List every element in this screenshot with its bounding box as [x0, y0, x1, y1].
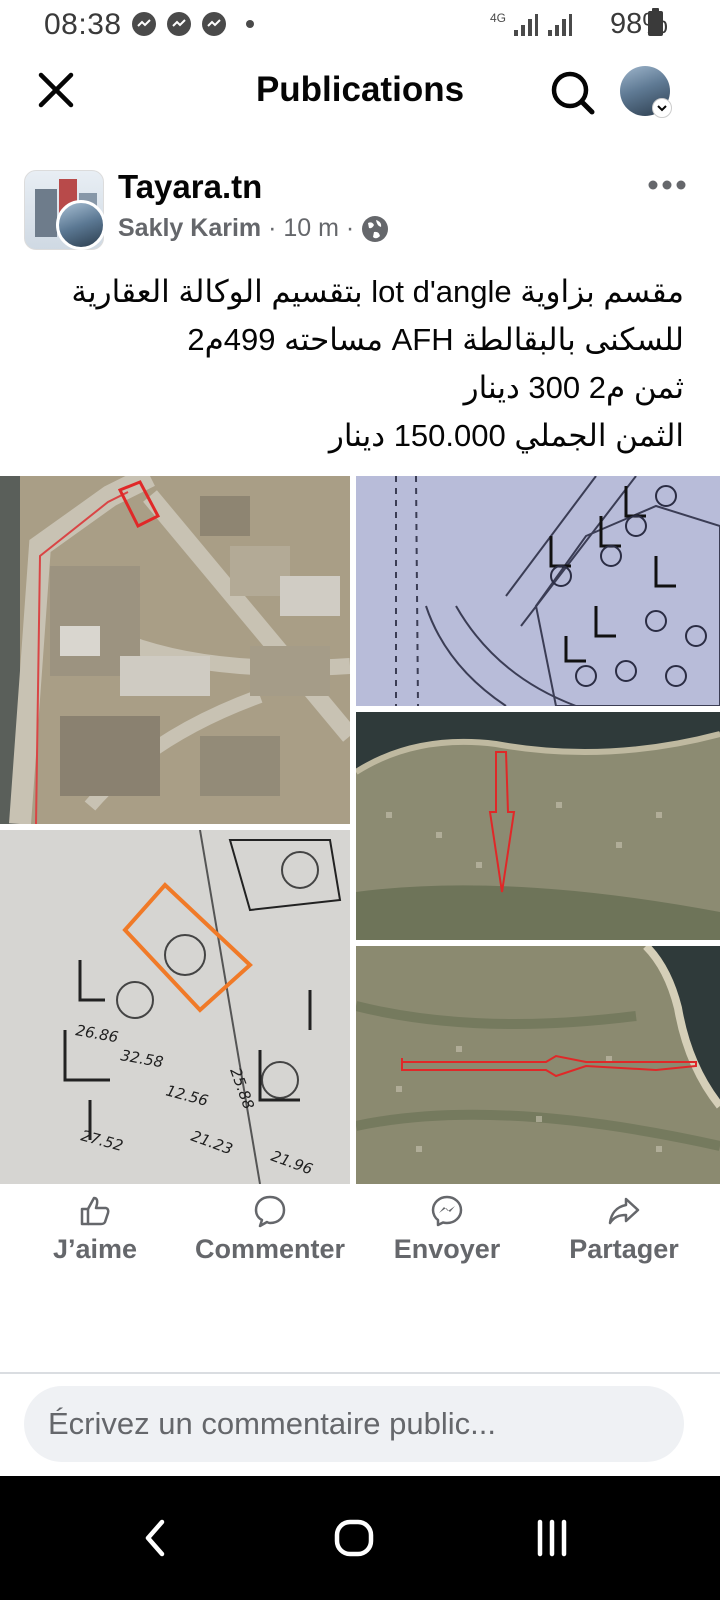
post-time[interactable]: 10 m [283, 214, 339, 242]
page-name-link[interactable]: Tayara.tn [118, 168, 262, 206]
recent-apps-button[interactable] [512, 1500, 592, 1576]
send-button[interactable]: Envoyer [392, 1194, 502, 1270]
status-bar: 08:38 4G 98% [0, 0, 720, 50]
page-title: Publications [255, 70, 465, 109]
close-icon [38, 72, 74, 108]
network-type: 4G [489, 11, 506, 25]
messenger-notification-icon [202, 12, 226, 36]
author-name-link[interactable]: Sakly Karim [118, 214, 261, 242]
comment-icon [254, 1195, 286, 1228]
post-text-line: ثمن م2 300 دينار [463, 370, 684, 405]
battery-icon [648, 8, 663, 36]
post-image-handwritten-plan[interactable]: 32.58 12.56 25.88 27.52 21.23 21.96 26.8… [0, 830, 350, 1184]
comment-button[interactable]: Commenter [190, 1194, 350, 1270]
back-icon [145, 1519, 165, 1557]
send-label: Envoyer [393, 1234, 501, 1264]
system-navigation-bar [0, 1476, 720, 1600]
back-button[interactable] [114, 1500, 194, 1576]
more-icon [648, 180, 686, 190]
messenger-notification-icon [132, 12, 156, 36]
meta-separator: · [345, 214, 355, 242]
home-button[interactable] [314, 1500, 394, 1576]
recent-apps-icon [537, 1519, 567, 1557]
post-image-aerial-map[interactable] [0, 476, 350, 824]
home-icon [334, 1519, 374, 1557]
post-text: مقسم بزاوية lot d'angle بتقسيم الوكالة ا… [40, 268, 684, 460]
share-button[interactable]: Partager [562, 1194, 686, 1270]
like-button[interactable]: J’aime [40, 1194, 150, 1270]
post-text-line: للسكنى بالبقالطة AFH مساحته 499م2 [187, 322, 684, 357]
post-actions: J’aime Commenter Envoyer Partager [0, 1190, 720, 1276]
post-image-coastal-satellite-wide[interactable] [356, 946, 720, 1184]
share-label: Partager [569, 1234, 679, 1264]
profile-avatar-button[interactable] [620, 66, 672, 118]
more-options-button[interactable] [640, 170, 692, 200]
search-button[interactable] [546, 66, 598, 118]
search-icon [551, 71, 595, 115]
post-text-line: مقسم بزاوية lot d'angle بتقسيم الوكالة ا… [71, 274, 684, 309]
like-label: J’aime [52, 1234, 138, 1264]
post-meta: Sakly Karim · 10 m · [118, 214, 354, 243]
share-icon [608, 1197, 640, 1225]
comment-input[interactable]: Écrivez un commentaire public... [24, 1386, 684, 1462]
post-image-grid: 32.58 12.56 25.88 27.52 21.23 21.96 26.8… [0, 476, 720, 1184]
signal-icon [514, 14, 538, 36]
post-image-subdivision-plan[interactable] [356, 476, 720, 706]
divider [0, 1372, 720, 1374]
close-button[interactable] [30, 64, 82, 116]
post-image-coastal-satellite[interactable] [356, 712, 720, 940]
status-time: 08:38 [44, 8, 122, 41]
more-notifications-dot [246, 20, 254, 28]
chevron-down-icon [652, 98, 672, 118]
messenger-icon [431, 1195, 463, 1227]
messenger-notification-icon [167, 12, 191, 36]
signal-icon [548, 14, 572, 36]
app-bar: Publications [0, 50, 720, 132]
author-avatar[interactable] [56, 200, 106, 250]
post-text-line: الثمن الجملي 150.000 دينار [328, 418, 684, 453]
comment-label: Commenter [194, 1234, 346, 1264]
globe-icon [362, 216, 388, 242]
thumbs-up-icon [80, 1196, 110, 1226]
meta-separator: · [268, 214, 277, 242]
